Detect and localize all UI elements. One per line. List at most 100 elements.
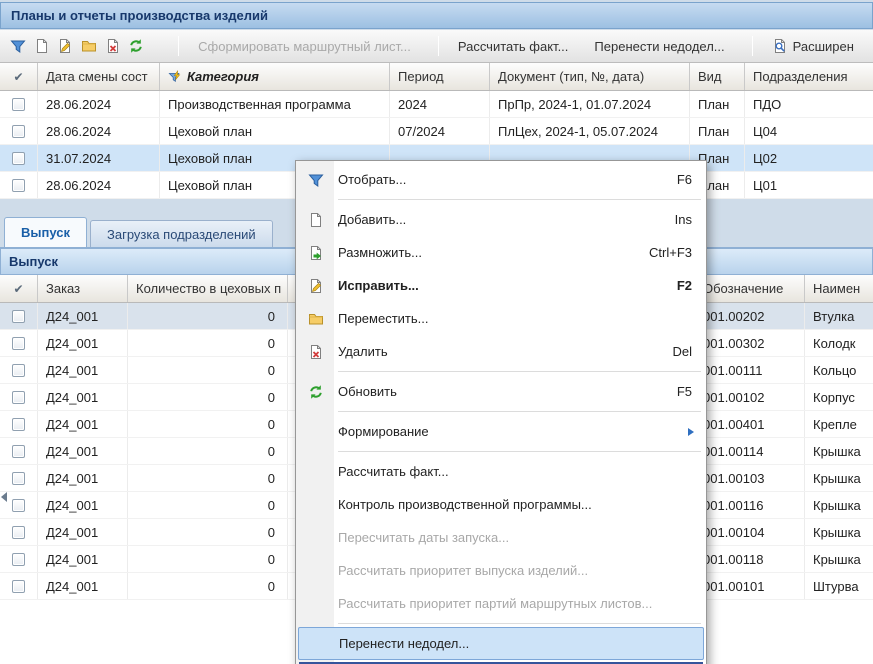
menu-item-delete[interactable]: Удалить Del (298, 335, 704, 368)
cell-qty: 0 (128, 546, 288, 572)
calc-fact-button[interactable]: Рассчитать факт... (445, 34, 582, 58)
cell-document: ПрПр, 2024-1, 01.07.2024 (490, 91, 690, 117)
plans-row[interactable]: 28.06.2024 Производственная программа 20… (0, 91, 873, 118)
plans-col-document[interactable]: Документ (тип, №, дата) (490, 63, 690, 90)
cell-text: 001.00104 (703, 525, 764, 540)
add-document-button[interactable] (30, 34, 54, 58)
menu-separator (338, 451, 701, 452)
plans-col-date[interactable]: Дата смены сост (38, 63, 160, 90)
cell-text: Втулка (813, 309, 854, 324)
cell-text: Ц04 (753, 124, 777, 139)
menu-item-filter[interactable]: Отобрать... F6 (298, 163, 704, 196)
row-checkbox[interactable] (12, 364, 25, 377)
toolbar-separator (438, 36, 439, 56)
cell-division: ПДО (745, 91, 873, 117)
tab-zagruzka-podrazdelenij[interactable]: Загрузка подразделений (90, 220, 273, 247)
row-checkbox[interactable] (12, 391, 25, 404)
cell-text: Колодк (813, 336, 855, 351)
output-select-all-header[interactable]: ✔ (0, 275, 38, 302)
row-checkbox[interactable] (12, 337, 25, 350)
cell-text: 0 (268, 498, 275, 513)
cell-order: Д24_001 (38, 357, 128, 383)
row-checkbox[interactable] (12, 553, 25, 566)
menu-item-formation[interactable]: Формирование (298, 415, 704, 448)
menu-item-transfer-shortfall[interactable]: Перенести недодел... (298, 627, 704, 660)
output-col-order[interactable]: Заказ (38, 275, 128, 302)
output-col-name[interactable]: Наимен (805, 275, 873, 302)
row-check-cell (0, 172, 38, 198)
cell-text: 0 (268, 417, 275, 432)
menu-item-refresh[interactable]: Обновить F5 (298, 375, 704, 408)
delete-document-button[interactable] (101, 34, 125, 58)
cell-order: Д24_001 (38, 330, 128, 356)
cell-period: 2024 (390, 91, 490, 117)
cell-name: Крышка (805, 438, 873, 464)
cell-text: 28.06.2024 (46, 97, 111, 112)
cell-qty: 0 (128, 438, 288, 464)
cell-text: Д24_001 (46, 363, 98, 378)
move-document-button[interactable] (77, 34, 101, 58)
plans-select-all-header[interactable]: ✔ (0, 63, 38, 90)
row-checkbox[interactable] (12, 310, 25, 323)
col-label: Период (398, 69, 444, 84)
row-checkbox[interactable] (12, 526, 25, 539)
col-label: Наимен (813, 281, 860, 296)
row-check-cell (0, 145, 38, 171)
row-checkbox[interactable] (12, 445, 25, 458)
menu-item-calc-fact[interactable]: Рассчитать факт... (298, 455, 704, 488)
row-checkbox[interactable] (12, 125, 25, 138)
filter-icon (10, 38, 26, 54)
menu-item-control-program[interactable]: Контроль производственной программы... (298, 488, 704, 521)
cell-text: 07/2024 (398, 124, 445, 139)
collapse-panel-button[interactable] (1, 488, 11, 506)
output-col-designation[interactable]: Обозначение (695, 275, 805, 302)
plans-col-period[interactable]: Период (390, 63, 490, 90)
cell-division: Ц02 (745, 145, 873, 171)
cell-text: План (698, 97, 729, 112)
edit-document-button[interactable] (53, 34, 77, 58)
row-checkbox[interactable] (12, 472, 25, 485)
plans-row[interactable]: 28.06.2024 Цеховой план 07/2024 ПлЦех, 2… (0, 118, 873, 145)
row-checkbox[interactable] (12, 499, 25, 512)
cell-text: 001.00111 (703, 363, 763, 378)
cell-date: 31.07.2024 (38, 145, 160, 171)
filter-button[interactable] (6, 34, 30, 58)
menu-item-move[interactable]: Переместить... (298, 302, 704, 335)
cell-text: 0 (268, 444, 275, 459)
form-route-list-button: Сформировать маршрутный лист... (185, 34, 424, 58)
menu-item-edit[interactable]: Исправить... F2 (298, 269, 704, 302)
menu-item-shortcut: Ins (675, 212, 704, 227)
tab-vypusk[interactable]: Выпуск (4, 217, 87, 247)
cell-text: Д24_001 (46, 417, 98, 432)
row-checkbox[interactable] (12, 179, 25, 192)
cell-qty: 0 (128, 519, 288, 545)
col-label: Вид (698, 69, 722, 84)
row-checkbox[interactable] (12, 98, 25, 111)
row-check-cell (0, 118, 38, 144)
cell-qty: 0 (128, 492, 288, 518)
col-label: Подразделения (753, 69, 848, 84)
menu-item-duplicate[interactable]: Размножить... Ctrl+F3 (298, 236, 704, 269)
tab-label: Загрузка подразделений (107, 227, 256, 242)
cell-qty: 0 (128, 465, 288, 491)
extended-button[interactable]: Расширен (759, 34, 867, 58)
transfer-shortfall-button[interactable]: Перенести недодел... (581, 34, 737, 58)
plans-col-category[interactable]: Категория (160, 63, 390, 90)
menu-item-shortcut: F2 (677, 278, 704, 293)
plans-col-division[interactable]: Подразделения (745, 63, 873, 90)
cell-text: Д24_001 (46, 579, 98, 594)
add-document-icon (308, 212, 324, 228)
cell-designation: 001.00111 (695, 357, 805, 383)
cell-text: 28.06.2024 (46, 124, 111, 139)
output-col-qty[interactable]: Количество в цеховых п (128, 275, 288, 302)
refresh-button[interactable] (124, 34, 148, 58)
cell-name: Крышка (805, 546, 873, 572)
plans-col-kind[interactable]: Вид (690, 63, 745, 90)
row-checkbox[interactable] (12, 152, 25, 165)
cell-text: Корпус (813, 390, 855, 405)
check-header-mark: ✔ (13, 282, 23, 296)
row-checkbox[interactable] (12, 418, 25, 431)
row-checkbox[interactable] (12, 580, 25, 593)
menu-item-label: Рассчитать приоритет выпуска изделий... (334, 563, 704, 578)
menu-item-add[interactable]: Добавить... Ins (298, 203, 704, 236)
